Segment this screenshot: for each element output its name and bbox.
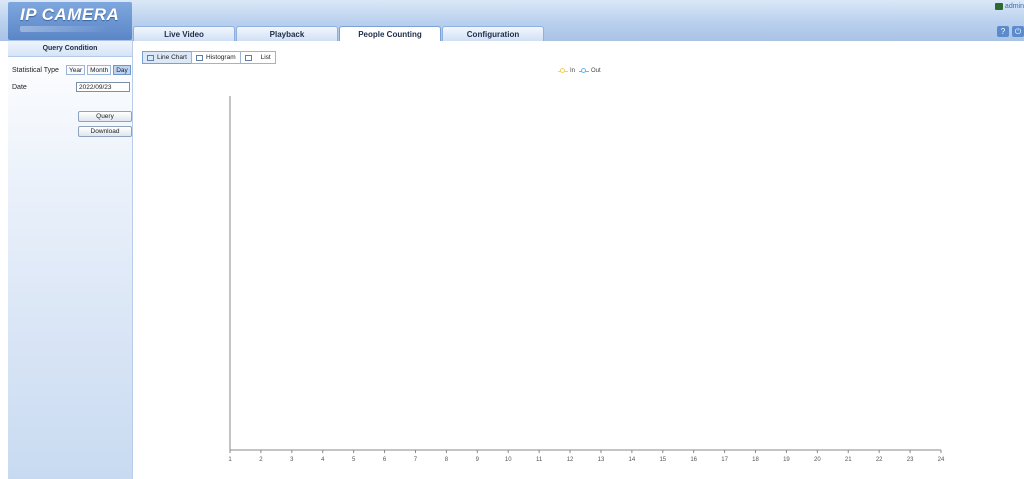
tab-configuration[interactable]: Configuration (442, 26, 544, 41)
header: IP CAMERA Live Video Playback People Cou… (0, 0, 1024, 42)
x-tick-label: 21 (845, 457, 852, 463)
x-tick-label: 13 (598, 457, 605, 463)
x-tick-label: 17 (721, 457, 728, 463)
main-tabs: Live Video Playback People Counting Conf… (133, 26, 545, 42)
chart-x-ticks: 1 2 3 4 5 6 7 8 9 10 11 12 13 14 15 16 17 18 19 20 21 22 23 24 (228, 450, 945, 463)
header-icons: ? ⏻ (997, 26, 1024, 37)
x-tick-label: 22 (876, 457, 883, 463)
logo-text: IP CAMERA (20, 5, 120, 24)
x-tick-label: 20 (814, 457, 821, 463)
help-icon[interactable]: ? (997, 26, 1009, 37)
statistical-type-label: Statistical Type (12, 67, 59, 74)
people-counting-panel: Line Chart Histogram List In Out 1234567… (133, 41, 1024, 479)
x-tick-label: 10 (505, 457, 512, 463)
tab-people-counting[interactable]: People Counting (339, 26, 441, 42)
logo-decoration (20, 26, 110, 32)
x-tick-label: 3 (290, 457, 294, 463)
x-tick-label: 19 (783, 457, 790, 463)
x-tick-label: 8 (445, 457, 449, 463)
date-field[interactable]: 2022/09/23 (76, 82, 130, 92)
people-counting-chart: 1 2 3 4 5 6 7 8 9 10 11 12 13 14 15 16 17 18 19 20 21 22 23 24 (228, 96, 945, 463)
x-tick-label: 11 (536, 457, 543, 463)
type-month-button[interactable]: Month (87, 65, 112, 75)
logout-icon[interactable]: ⏻ (1012, 26, 1024, 37)
x-tick-label: 14 (629, 457, 636, 463)
x-tick-label: 18 (752, 457, 759, 463)
x-tick-label: 5 (352, 457, 356, 463)
x-tick-label: 2 (259, 457, 263, 463)
x-tick-label: 4 (321, 457, 325, 463)
x-tick-label: 12 (567, 457, 574, 463)
query-condition-title: Query Condition (8, 41, 132, 57)
x-tick-label: 15 (659, 457, 666, 463)
x-tick-label: 7 (414, 457, 418, 463)
user-name: admin (1004, 3, 1024, 10)
tab-playback[interactable]: Playback (236, 26, 338, 41)
x-tick-label: 6 (383, 457, 387, 463)
x-tick-label: 16 (690, 457, 697, 463)
user-icon (994, 3, 1003, 10)
type-year-button[interactable]: Year (66, 65, 86, 75)
x-tick-label: 23 (907, 457, 914, 463)
tab-live-video[interactable]: Live Video (133, 26, 235, 41)
type-day-button[interactable]: Day (113, 65, 131, 75)
query-button[interactable]: Query (78, 111, 132, 122)
user-info: admin (994, 3, 1024, 10)
statistical-type-selector: Year Month Day (66, 65, 131, 75)
query-sidebar: Query Condition Statistical Type Year Mo… (8, 41, 133, 479)
x-tick-label: 9 (476, 457, 480, 463)
logo: IP CAMERA (8, 2, 132, 40)
x-tick-label: 24 (938, 457, 945, 463)
x-tick-label: 1 (228, 457, 232, 463)
date-label: Date (12, 84, 27, 91)
download-button[interactable]: Download (78, 126, 132, 137)
